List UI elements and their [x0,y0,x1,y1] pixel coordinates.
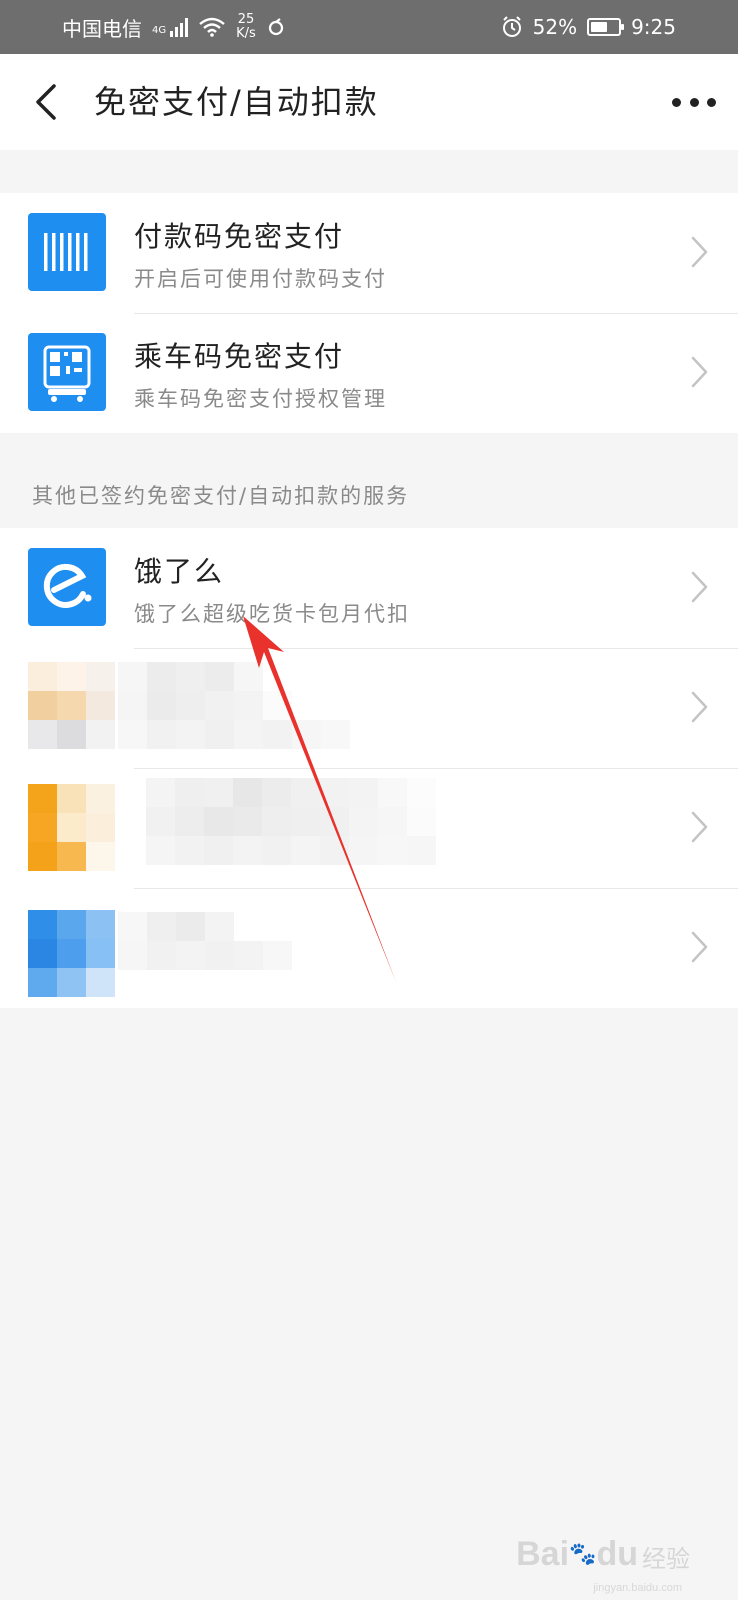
pixelated-text [118,912,292,970]
nav-header: 免密支付/自动扣款 [0,54,738,150]
item-subtitle: 乘车码免密支付授权管理 [134,387,387,411]
item-subtitle: 开启后可使用付款码支付 [134,267,387,291]
item-subtitle: 饿了么超级吃货卡包月代扣 [134,602,410,626]
alarm-icon [502,16,521,37]
status-bar: 中国电信 4G 25 K/s 52% 9:25 [0,0,738,54]
watermark-url: jingyan.baidu.com [593,1582,682,1594]
clock: 9:25 [631,15,676,39]
list-item-eleme[interactable]: 饿了么 饿了么超级吃货卡包月代扣 [0,528,738,648]
network-speed: 25 K/s [236,12,256,41]
pixelated-icon [28,910,115,997]
barcode-icon [28,213,106,291]
item-title: 乘车码免密支付 [134,340,345,373]
more-options-icon[interactable] [672,94,716,110]
back-arrow-icon[interactable] [30,82,66,122]
list-item-payment-code[interactable]: 付款码免密支付 开启后可使用付款码支付 [0,193,738,313]
battery-icon [587,18,625,36]
signed-services-group: 饿了么 饿了么超级吃货卡包月代扣 [0,528,738,1008]
signal-icon [170,17,189,37]
bus-qr-icon [28,333,106,411]
list-item-bus-code[interactable]: 乘车码免密支付 乘车码免密支付授权管理 [0,313,738,433]
list-item-blurred[interactable] [0,648,738,768]
battery-percent: 52% [532,15,578,39]
pixelated-text [146,778,436,865]
sync-icon [268,18,283,36]
item-title: 饿了么 [134,555,225,588]
chevron-right-icon [691,236,708,268]
pixelated-text [118,662,350,749]
page-title: 免密支付/自动扣款 [94,83,379,121]
chevron-right-icon [691,356,708,388]
pixelated-icon [28,784,115,871]
baidu-watermark: Bai🐾du 经验 [516,1535,690,1574]
watermark-logo: Bai🐾du [516,1535,638,1573]
watermark-text: 经验 [642,1545,690,1573]
wifi-icon [199,17,225,37]
chevron-right-icon [691,931,708,963]
list-item-blurred[interactable] [0,768,738,888]
chevron-right-icon [691,691,708,723]
carrier-label: 中国电信 [62,16,142,41]
chevron-right-icon [691,571,708,603]
chevron-right-icon [691,811,708,843]
eleme-icon [28,548,106,626]
list-item-blurred[interactable] [0,888,738,1008]
payment-code-group: 付款码免密支付 开启后可使用付款码支付 乘车码免密支付 乘车码免密支付授权管理 [0,193,738,433]
item-title: 付款码免密支付 [134,220,345,253]
pixelated-icon [28,662,115,749]
section-label: 其他已签约免密支付/自动扣款的服务 [32,484,410,508]
network-type: 4G [152,24,167,36]
